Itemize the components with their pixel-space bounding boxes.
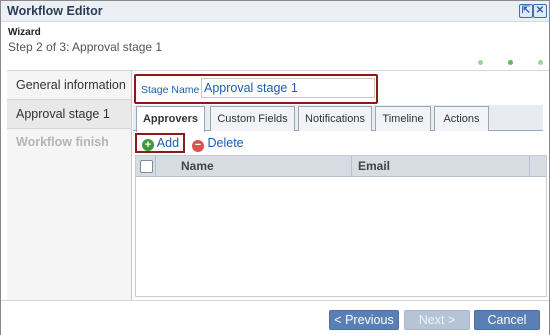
add-label: Add: [156, 136, 180, 150]
dialog-footer: < Previous Next > Cancel: [1, 300, 549, 335]
step-label: Approval stage 1: [16, 107, 110, 121]
tab-custom-fields[interactable]: Custom Fields: [210, 106, 295, 131]
step-general-information[interactable]: General information: [7, 71, 131, 99]
step-workflow-finish: Workflow finish: [7, 128, 131, 156]
add-highlight: + Add: [135, 133, 185, 153]
column-header-email[interactable]: Email: [358, 159, 390, 173]
column-header-name[interactable]: Name: [181, 159, 214, 173]
stage-name-input[interactable]: Approval stage 1: [201, 78, 375, 98]
tab-actions[interactable]: Actions: [434, 106, 489, 131]
wizard-label: Wizard: [8, 27, 41, 38]
workflow-editor-dialog: Workflow Editor ⇱ ✕ Wizard Step 2 of 3: …: [0, 0, 550, 335]
tab-notifications[interactable]: Notifications: [298, 106, 372, 131]
column-separator: [155, 156, 156, 176]
grid-toolbar: + Add − Delete: [132, 133, 544, 153]
select-all-checkbox[interactable]: [140, 160, 153, 173]
step-indicator-dot: [538, 60, 543, 65]
step-indicator-dot-current: [508, 60, 513, 65]
close-icon[interactable]: ✕: [533, 4, 547, 18]
stage-name-field: Stage Name Approval stage 1: [134, 74, 378, 104]
delete-button[interactable]: − Delete: [192, 136, 244, 152]
previous-button[interactable]: < Previous: [329, 310, 399, 330]
step-list: General information Approval stage 1 Wor…: [7, 70, 132, 300]
tab-bar: Approvers Custom Fields Notifications Ti…: [133, 105, 543, 132]
tab-approvers[interactable]: Approvers: [136, 106, 205, 132]
stage-name-label: Stage Name: [141, 84, 200, 96]
stage-content: Stage Name Approval stage 1 Approvers Cu…: [132, 70, 549, 300]
next-button: Next >: [404, 310, 470, 330]
wizard-header: Wizard Step 2 of 3: Approval stage 1: [1, 22, 549, 69]
grid-header: Name Email: [136, 156, 546, 177]
delete-label: Delete: [207, 136, 244, 150]
add-icon: +: [142, 139, 154, 151]
step-approval-stage-1[interactable]: Approval stage 1: [7, 99, 131, 129]
column-separator: [529, 156, 530, 176]
wizard-step-text: Step 2 of 3: Approval stage 1: [8, 40, 163, 54]
approvers-grid: Name Email: [135, 155, 547, 297]
add-button[interactable]: + Add: [142, 136, 179, 151]
title-bar: Workflow Editor ⇱ ✕: [1, 1, 549, 22]
step-label: Workflow finish: [16, 135, 109, 149]
wizard-body: General information Approval stage 1 Wor…: [1, 70, 549, 300]
window-title: Workflow Editor: [7, 4, 103, 18]
tab-timeline[interactable]: Timeline: [375, 106, 431, 131]
step-indicator-dot: [478, 60, 483, 65]
popout-icon[interactable]: ⇱: [519, 4, 533, 18]
cancel-button[interactable]: Cancel: [474, 310, 540, 330]
column-separator: [351, 156, 352, 176]
step-label: General information: [16, 78, 126, 92]
delete-icon: −: [192, 140, 204, 152]
